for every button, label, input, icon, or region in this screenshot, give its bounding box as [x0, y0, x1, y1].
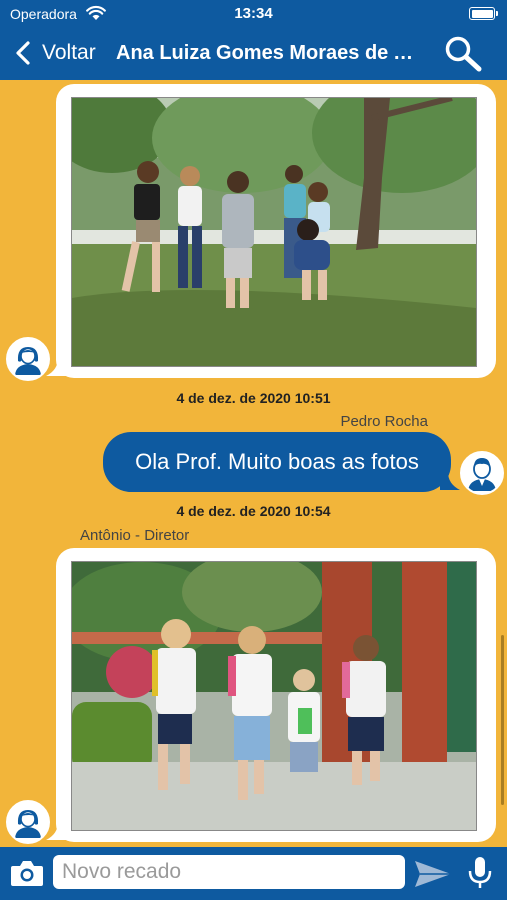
- battery-icon: [469, 7, 498, 20]
- camera-icon[interactable]: [10, 858, 44, 888]
- photo-children-running[interactable]: [71, 561, 477, 831]
- new-message-input[interactable]: [53, 855, 405, 889]
- message-text: Ola Prof. Muito boas as fotos: [135, 449, 419, 474]
- page-title: Ana Luiza Gomes Moraes de Almeida: [116, 42, 421, 64]
- female-user-icon: [8, 802, 48, 842]
- bubble-tail: [440, 472, 460, 490]
- message-list[interactable]: 4 de dez. de 2020 10:51 Pedro Rocha Ola …: [0, 80, 507, 847]
- back-label: Voltar: [42, 41, 96, 64]
- image-message[interactable]: [46, 548, 496, 842]
- male-user-icon: [462, 453, 502, 493]
- back-button[interactable]: Voltar: [14, 37, 96, 69]
- message-composer: [0, 847, 507, 900]
- children-running-school-photo: [72, 562, 476, 830]
- children-playing-park-photo: [72, 98, 476, 366]
- teacher-avatar: [6, 337, 50, 381]
- female-user-icon: [8, 339, 48, 379]
- sender-name: Antônio - Diretor: [80, 527, 190, 544]
- message-timestamp: 4 de dez. de 2020 10:51: [176, 390, 331, 406]
- send-icon[interactable]: [414, 859, 452, 889]
- microphone-icon[interactable]: [467, 856, 493, 890]
- message-timestamp: 4 de dez. de 2020 10:54: [176, 503, 331, 519]
- search-icon[interactable]: [443, 34, 483, 72]
- nav-bar: Voltar Ana Luiza Gomes Moraes de Almeida: [0, 28, 507, 80]
- parent-avatar: [460, 451, 504, 495]
- chat-screen: Operadora 13:34 Voltar Ana Luiza Gomes M…: [0, 0, 507, 900]
- bubble-tail: [46, 358, 66, 376]
- sender-name: Pedro Rocha: [340, 413, 428, 430]
- image-message[interactable]: [46, 84, 496, 378]
- clock: 13:34: [234, 5, 273, 22]
- scrollbar[interactable]: [501, 635, 504, 805]
- header: Operadora 13:34 Voltar Ana Luiza Gomes M…: [0, 0, 507, 80]
- text-message[interactable]: Ola Prof. Muito boas as fotos: [103, 432, 460, 492]
- status-bar: Operadora 13:34: [0, 0, 507, 28]
- chevron-left-icon: [16, 41, 30, 65]
- photo-children-playing[interactable]: [71, 97, 477, 367]
- teacher-avatar: [6, 800, 50, 844]
